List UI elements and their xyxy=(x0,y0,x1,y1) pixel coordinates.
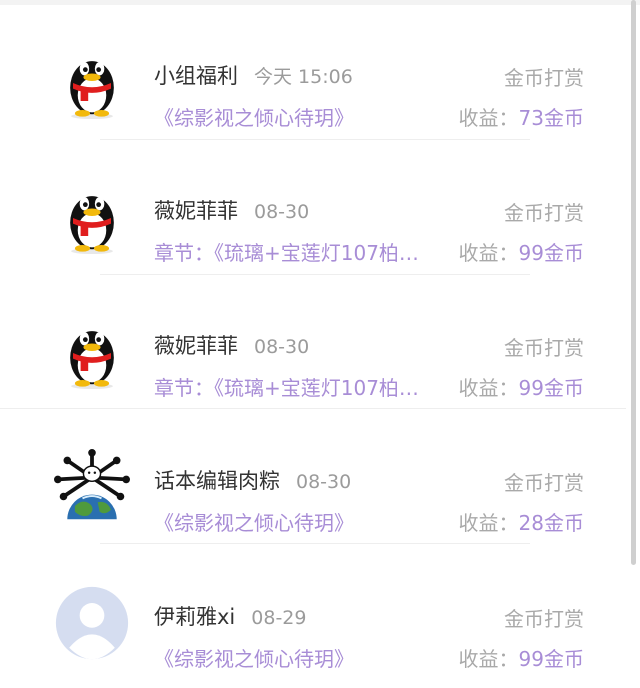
income-label: 收益： xyxy=(458,511,519,535)
divider xyxy=(100,274,530,275)
reward-type: 金币打赏 xyxy=(504,471,584,495)
timestamp: 08-30 xyxy=(254,201,310,223)
reward-type: 金币打赏 xyxy=(504,201,584,225)
income-value: 99金币 xyxy=(518,647,584,671)
divider xyxy=(0,408,626,409)
income-label: 收益： xyxy=(458,241,519,265)
earth-bones-avatar xyxy=(54,449,130,520)
list-item[interactable]: 话本编辑肉粽 08-30 金币打赏 《综影视之倾心待玥》 收益：28金币 xyxy=(0,417,626,552)
list-item[interactable]: 伊莉雅xi 08-29 金币打赏 《综影视之倾心待玥》 收益：99金币 xyxy=(0,553,626,688)
income-value: 73金币 xyxy=(518,106,584,130)
income-value: 99金币 xyxy=(518,376,584,400)
reward-type: 金币打赏 xyxy=(504,607,584,631)
name-line: 薇妮菲菲 08-30 xyxy=(154,330,309,364)
list-item[interactable]: 薇妮菲菲 08-30 金币打赏 章节：《琉璃+宝莲灯107柏… 收益：99金币 xyxy=(0,282,626,417)
income: 收益：99金币 xyxy=(459,643,584,672)
user-name: 薇妮菲菲 xyxy=(154,199,238,223)
divider xyxy=(100,139,530,140)
qq-penguin-avatar xyxy=(70,196,114,255)
reward-type: 金币打赏 xyxy=(504,336,584,360)
timestamp: 今天 15:06 xyxy=(254,66,353,88)
income: 收益：99金币 xyxy=(459,237,584,266)
divider xyxy=(100,543,530,544)
income: 收益：28金币 xyxy=(459,507,584,536)
income-value: 99金币 xyxy=(518,241,584,265)
reward-detail-link[interactable]: 章节：《琉璃+宝莲灯107柏… xyxy=(154,237,446,266)
timestamp: 08-30 xyxy=(254,336,310,358)
scrollbar[interactable] xyxy=(631,0,636,565)
reward-detail-link[interactable]: 《综影视之倾心待玥》 xyxy=(154,102,446,131)
user-name: 薇妮菲菲 xyxy=(154,334,238,358)
timestamp: 08-29 xyxy=(251,607,307,629)
name-line: 薇妮菲菲 08-30 xyxy=(154,195,309,229)
income: 收益：99金币 xyxy=(459,372,584,401)
name-line: 伊莉雅xi 08-29 xyxy=(154,601,306,635)
list-item[interactable]: 小组福利 今天 15:06 金币打赏 《综影视之倾心待玥》 收益：73金币 xyxy=(0,12,626,147)
income-label: 收益： xyxy=(458,106,519,130)
name-line: 小组福利 今天 15:06 xyxy=(154,60,353,94)
qq-penguin-avatar xyxy=(70,331,114,390)
income-label: 收益： xyxy=(458,647,519,671)
timestamp: 08-30 xyxy=(296,471,352,493)
income-value: 28金币 xyxy=(518,511,584,535)
user-name: 话本编辑肉粽 xyxy=(154,469,280,493)
income: 收益：73金币 xyxy=(459,102,584,131)
reward-detail-link[interactable]: 《综影视之倾心待玥》 xyxy=(154,507,446,536)
qq-penguin-avatar xyxy=(70,61,114,120)
name-line: 话本编辑肉粽 08-30 xyxy=(154,465,351,499)
list-item[interactable]: 薇妮菲菲 08-30 金币打赏 章节：《琉璃+宝莲灯107柏… 收益：99金币 xyxy=(0,147,626,282)
top-strip xyxy=(0,0,640,5)
user-name: 小组福利 xyxy=(154,64,238,88)
default-user-avatar xyxy=(55,586,129,660)
reward-detail-link[interactable]: 《综影视之倾心待玥》 xyxy=(154,643,446,672)
user-name: 伊莉雅xi xyxy=(154,605,236,629)
income-label: 收益： xyxy=(458,376,519,400)
reward-type: 金币打赏 xyxy=(504,66,584,90)
reward-detail-link[interactable]: 章节：《琉璃+宝莲灯107柏… xyxy=(154,372,446,401)
